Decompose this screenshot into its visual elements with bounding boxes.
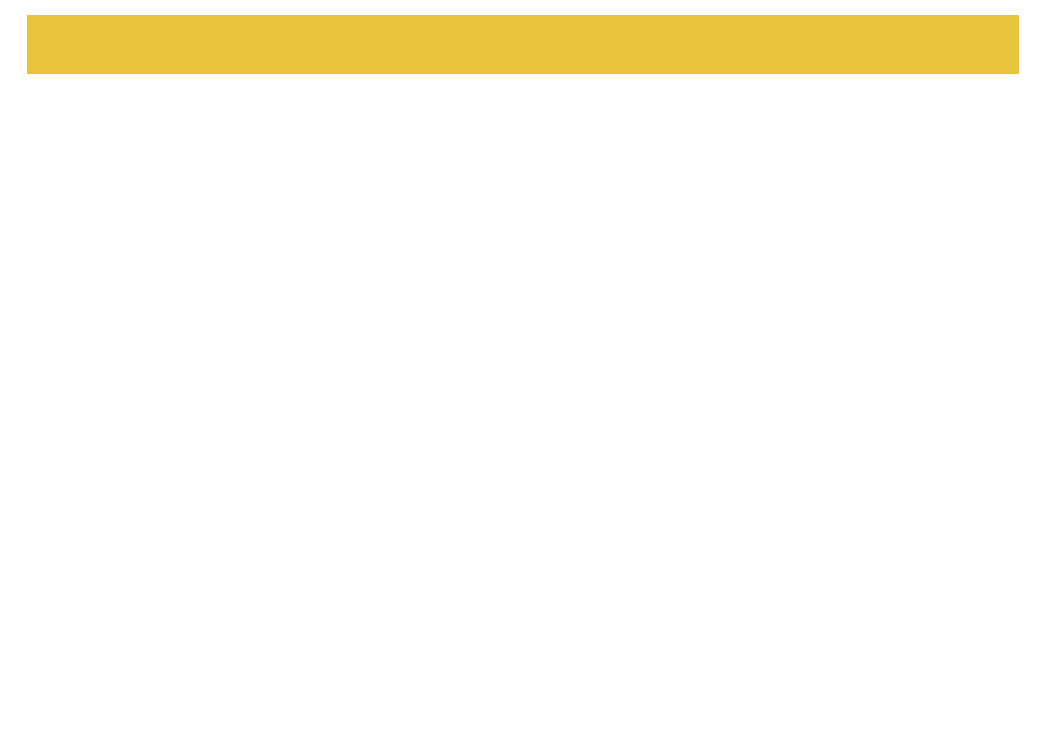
header-band bbox=[27, 15, 1019, 74]
whiteboard-canvas bbox=[0, 0, 1048, 730]
